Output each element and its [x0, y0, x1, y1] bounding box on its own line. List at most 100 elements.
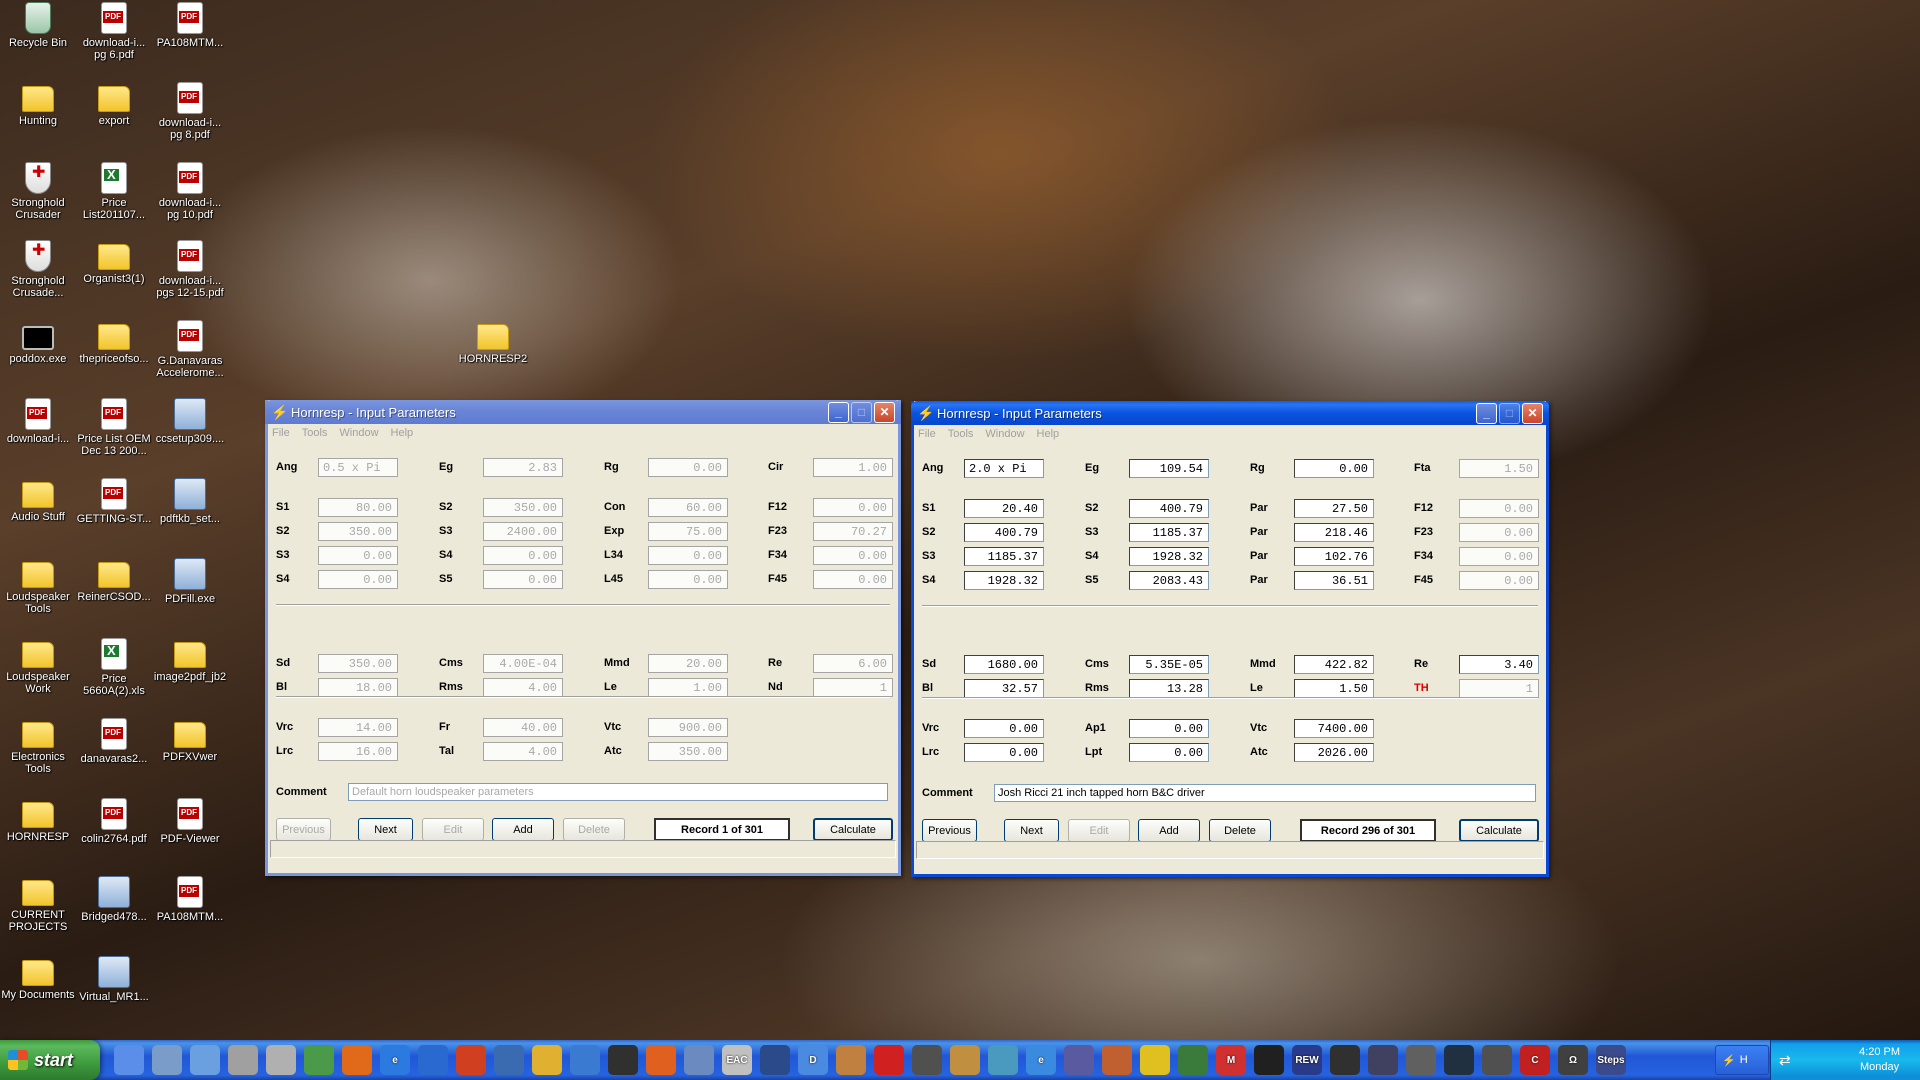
desktop-icon-export[interactable]: export: [76, 82, 152, 127]
next-button[interactable]: Next: [358, 818, 413, 841]
param-field-par[interactable]: 27.50: [1294, 499, 1374, 518]
chart-icon[interactable]: [1178, 1045, 1208, 1075]
param-field-s3[interactable]: 1185.37: [1129, 523, 1209, 542]
scanner-icon[interactable]: [228, 1045, 258, 1075]
calculate-button[interactable]: Calculate: [1459, 819, 1539, 842]
desktop-icon-recycle-bin[interactable]: Recycle Bin: [0, 2, 76, 49]
desktop-icon-price-list-oem-dec-13-200-[interactable]: Price List OEM Dec 13 200...: [76, 398, 152, 457]
desktop-icon-bridged478-[interactable]: Bridged478...: [76, 876, 152, 923]
desktop-icon-poddox-exe[interactable]: poddox.exe: [0, 320, 76, 365]
tools-icon[interactable]: [836, 1045, 866, 1075]
desktop-icon-danavaras2-[interactable]: danavaras2...: [76, 718, 152, 765]
scope-icon[interactable]: [1330, 1045, 1360, 1075]
next-button[interactable]: Next: [1004, 819, 1059, 842]
desktop-icon-colin2764-pdf[interactable]: colin2764.pdf: [76, 798, 152, 845]
desktop-icon-download-i-pg-6-pdf[interactable]: download-i... pg 6.pdf: [76, 2, 152, 61]
computer-icon[interactable]: [190, 1045, 220, 1075]
burst-icon[interactable]: [874, 1045, 904, 1075]
desktop-icon-pa108mtm-[interactable]: PA108MTM...: [152, 2, 228, 49]
add-button[interactable]: Add: [1138, 819, 1200, 842]
param-field-mmd[interactable]: 422.82: [1294, 655, 1374, 674]
delete-button[interactable]: Delete: [1209, 819, 1271, 842]
previous-button[interactable]: Previous: [922, 819, 977, 842]
desktop-icon-image2pdf-jb2[interactable]: image2pdf_jb2: [152, 638, 228, 683]
menu-file[interactable]: File: [918, 428, 936, 440]
network-icon[interactable]: [304, 1045, 334, 1075]
globe-icon[interactable]: [418, 1045, 448, 1075]
desktop-icon-price-5660a-2-xls[interactable]: Price 5660A(2).xls: [76, 638, 152, 697]
book-icon[interactable]: [570, 1045, 600, 1075]
param-field-re[interactable]: 3.40: [1459, 655, 1539, 674]
hornresp-window-1[interactable]: ⚡ Hornresp - Input Parameters _ □ ✕ File…: [265, 400, 901, 876]
close-button[interactable]: ✕: [874, 401, 895, 423]
menu-window[interactable]: Window: [985, 428, 1024, 440]
param-field-le[interactable]: 1.50: [1294, 679, 1374, 698]
param-field-s4[interactable]: 1928.32: [1129, 547, 1209, 566]
desktop-icon-download-i-[interactable]: download-i...: [0, 398, 76, 445]
cabinet-icon[interactable]: [1482, 1045, 1512, 1075]
start-button[interactable]: start: [0, 1040, 100, 1080]
drive-icon[interactable]: [266, 1045, 296, 1075]
burner-icon[interactable]: [646, 1045, 676, 1075]
desktop-icon-price-list201107-[interactable]: Price List201107...: [76, 162, 152, 221]
desktop-icon-pdftkb-set-[interactable]: pdftkb_set...: [152, 478, 228, 525]
headphones-icon[interactable]: [760, 1045, 790, 1075]
param-field-par[interactable]: 102.76: [1294, 547, 1374, 566]
steps-icon[interactable]: Steps: [1596, 1045, 1626, 1075]
add-button[interactable]: Add: [492, 818, 554, 841]
cd-icon[interactable]: [684, 1045, 714, 1075]
desktop-icon-hunting[interactable]: Hunting: [0, 82, 76, 127]
window-1-titlebar[interactable]: ⚡ Hornresp - Input Parameters _ □ ✕: [265, 400, 901, 424]
house-icon[interactable]: [1102, 1045, 1132, 1075]
desktop-icon-hornresp[interactable]: HORNRESP: [0, 798, 76, 843]
desktop-icon-current-projects[interactable]: CURRENT PROJECTS: [0, 876, 76, 933]
param-field-atc[interactable]: 2026.00: [1294, 743, 1374, 762]
firefox-icon[interactable]: [342, 1045, 372, 1075]
param-field-s4[interactable]: 1928.32: [964, 571, 1044, 590]
desktop-icon-download-i-pg-10-pdf[interactable]: download-i... pg 10.pdf: [152, 162, 228, 221]
param-field-vrc[interactable]: 0.00: [964, 719, 1044, 738]
close-button[interactable]: ✕: [1522, 402, 1543, 424]
chrome-icon[interactable]: [456, 1045, 486, 1075]
param-field-vtc[interactable]: 7400.00: [1294, 719, 1374, 738]
speaker-icon[interactable]: [912, 1045, 942, 1075]
desktop-icon-getting-st-[interactable]: GETTING-ST...: [76, 478, 152, 525]
wand-icon[interactable]: [1064, 1045, 1094, 1075]
omega-icon[interactable]: Ω: [1558, 1045, 1588, 1075]
clock[interactable]: 4:20 PM Monday: [1859, 1045, 1900, 1075]
param-field-ang[interactable]: 2.0 x Pi: [964, 459, 1044, 478]
thunderbird-icon[interactable]: [494, 1045, 524, 1075]
desktop-icon-download-i-pgs-12-15-pdf[interactable]: download-i... pgs 12-15.pdf: [152, 240, 228, 299]
menu-help[interactable]: Help: [391, 427, 414, 439]
param-field-lpt[interactable]: 0.00: [1129, 743, 1209, 762]
desktop-icon-pdfill-exe[interactable]: PDFill.exe: [152, 558, 228, 605]
param-field-bl[interactable]: 32.57: [964, 679, 1044, 698]
pen-icon[interactable]: [950, 1045, 980, 1075]
param-field-rg[interactable]: 0.00: [1294, 459, 1374, 478]
ie-icon[interactable]: e: [1026, 1045, 1056, 1075]
comment-field[interactable]: Josh Ricci 21 inch tapped horn B&C drive…: [994, 784, 1536, 802]
circle-speaker-icon[interactable]: [1406, 1045, 1436, 1075]
document-d-icon[interactable]: D: [798, 1045, 828, 1075]
gmail-icon[interactable]: M: [1216, 1045, 1246, 1075]
ccleaner-icon[interactable]: C: [1520, 1045, 1550, 1075]
param-field-par[interactable]: 36.51: [1294, 571, 1374, 590]
param-field-ap1[interactable]: 0.00: [1129, 719, 1209, 738]
rew-icon[interactable]: REW: [1292, 1045, 1322, 1075]
menu-tools[interactable]: Tools: [948, 428, 974, 440]
menu-tools[interactable]: Tools: [302, 427, 328, 439]
param-field-sd[interactable]: 1680.00: [964, 655, 1044, 674]
window-2-titlebar[interactable]: ⚡ Hornresp - Input Parameters _ □ ✕: [911, 401, 1549, 425]
param-field-s3[interactable]: 1185.37: [964, 547, 1044, 566]
lightning-icon[interactable]: [1140, 1045, 1170, 1075]
hornresp-window-2[interactable]: ⚡ Hornresp - Input Parameters _ □ ✕ File…: [911, 401, 1549, 877]
param-field-cms[interactable]: 5.35E-05: [1129, 655, 1209, 674]
desktop-icon-download-i-pg-8-pdf[interactable]: download-i... pg 8.pdf: [152, 82, 228, 141]
desktop-icon-loudspeaker-work[interactable]: Loudspeaker Work: [0, 638, 76, 695]
network-tray-icon[interactable]: ⇄: [1779, 1052, 1791, 1069]
desktop-icon-my-documents[interactable]: My Documents: [0, 956, 76, 1001]
show-desktop-icon[interactable]: [114, 1045, 144, 1075]
eac-icon[interactable]: EAC: [722, 1045, 752, 1075]
param-field-par[interactable]: 218.46: [1294, 523, 1374, 542]
param-field-s1[interactable]: 20.40: [964, 499, 1044, 518]
